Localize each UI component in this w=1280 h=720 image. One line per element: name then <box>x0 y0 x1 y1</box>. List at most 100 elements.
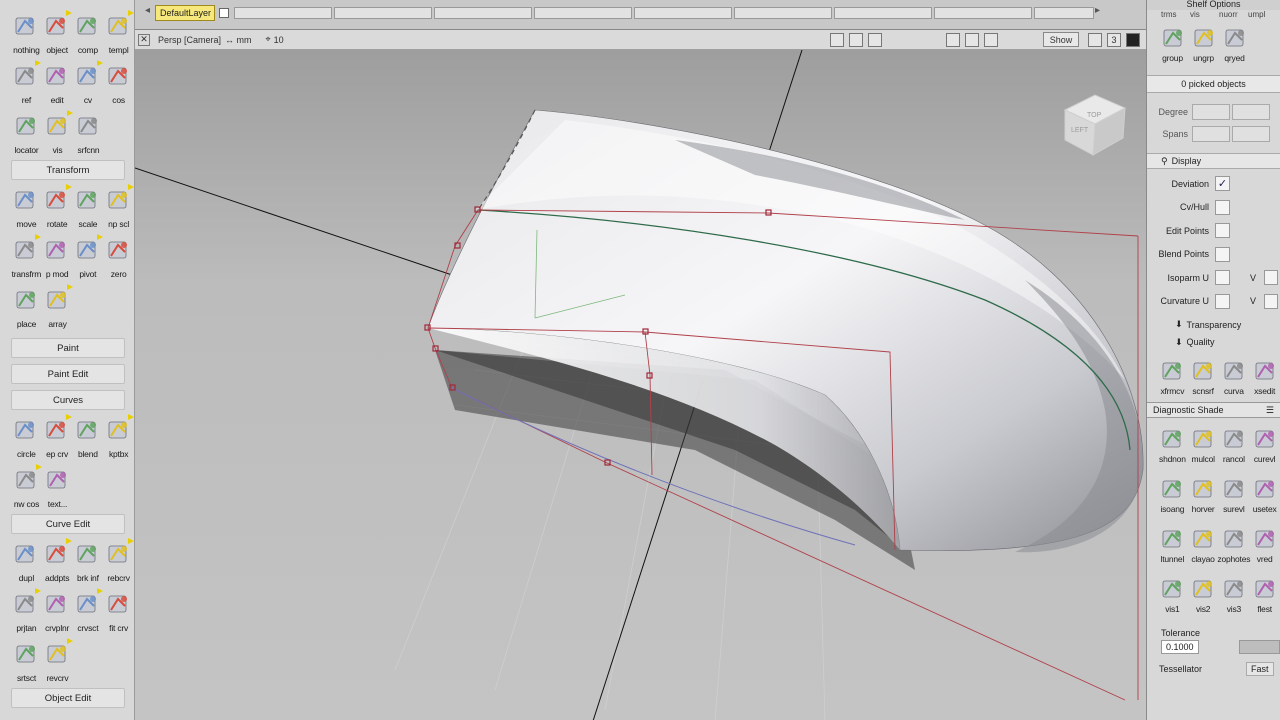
tool-surevl[interactable]: surevl <box>1219 472 1250 522</box>
tessellator-select[interactable]: Fast <box>1246 662 1274 676</box>
shelf-tab-label[interactable]: vis <box>1190 10 1219 19</box>
layer-visibility-checkbox[interactable] <box>219 8 229 18</box>
layer-slot[interactable] <box>734 7 832 19</box>
camera-track-icon[interactable] <box>849 33 863 47</box>
tool-kptbx[interactable]: kptbx <box>103 412 134 462</box>
tolerance-input[interactable]: 0.1000 <box>1161 640 1199 654</box>
v-checkbox[interactable] <box>1264 293 1278 309</box>
show-button[interactable]: Show <box>1043 32 1079 47</box>
look-at-icon[interactable] <box>965 33 979 47</box>
v-checkbox[interactable] <box>1264 270 1278 286</box>
tool-fit-crv[interactable]: fit crv <box>103 586 134 636</box>
tool-flest[interactable]: flest <box>1249 572 1280 622</box>
tool-rotate[interactable]: rotate <box>42 182 73 232</box>
display-option-checkbox[interactable] <box>1215 270 1230 286</box>
tool-p-mod[interactable]: p mod <box>42 232 73 282</box>
tool-vred[interactable]: vred <box>1249 522 1280 572</box>
fullscreen-icon[interactable] <box>1126 33 1140 47</box>
tool-cv[interactable]: cv <box>73 58 104 108</box>
perspective-viewport[interactable]: ✕ Persp [Camera] ↔ mm ⌖ 10 Show 3 TOP LE… <box>135 29 1146 720</box>
layer-slot[interactable] <box>634 7 732 19</box>
tool-curevl[interactable]: curevl <box>1249 422 1280 472</box>
frame-all-icon[interactable] <box>946 33 960 47</box>
diagnostic-shade-header[interactable]: Diagnostic Shade ☰ <box>1147 402 1280 418</box>
tool-scale[interactable]: scale <box>73 182 104 232</box>
tool-place[interactable]: place <box>11 282 42 332</box>
tool-srtsct[interactable]: srtsct <box>11 636 42 686</box>
tool-crvsct[interactable]: crvsct <box>73 586 104 636</box>
layer-slot[interactable] <box>434 7 532 19</box>
tool-addpts[interactable]: addpts <box>42 536 73 586</box>
tool-scnsrf[interactable]: scnsrf <box>1188 354 1219 396</box>
zoom-icon[interactable] <box>868 33 882 47</box>
tool-text-[interactable]: text... <box>42 462 73 512</box>
tool-ungrp[interactable]: ungrp <box>1188 21 1219 63</box>
degree-field-v[interactable] <box>1232 104 1270 120</box>
tool-transfrm[interactable]: transfrm <box>11 232 42 282</box>
transparency-header[interactable]: ⬇ Transparency <box>1147 313 1280 336</box>
layer-scroll-right[interactable]: ▸ <box>1095 5 1105 21</box>
tool-rebcrv[interactable]: rebcrv <box>103 536 134 586</box>
tool-move[interactable]: move <box>11 182 42 232</box>
tool-locator[interactable]: locator <box>11 108 42 158</box>
layer-slot[interactable] <box>834 7 932 19</box>
shelf-tab-label[interactable]: trms <box>1161 10 1190 19</box>
tool-zophotes[interactable]: zophotes <box>1217 522 1250 572</box>
tool-qryed[interactable]: qryed <box>1219 21 1250 63</box>
tool-ref[interactable]: ref <box>11 58 42 108</box>
tool-vis2[interactable]: vis2 <box>1188 572 1219 622</box>
layer-slot[interactable] <box>1034 7 1094 19</box>
tool-vis1[interactable]: vis1 <box>1157 572 1188 622</box>
tool-srfcnn[interactable]: srfcnn <box>73 108 104 158</box>
tool-curva[interactable]: curva <box>1219 354 1250 396</box>
degree-field[interactable] <box>1192 104 1230 120</box>
tool-nw-cos[interactable]: nw cos <box>11 462 42 512</box>
display-option-checkbox[interactable] <box>1215 223 1230 239</box>
section-curve-edit[interactable]: Curve Edit <box>11 514 125 534</box>
layer-default[interactable]: DefaultLayer <box>155 5 215 21</box>
quality-number[interactable]: 3 <box>1107 33 1121 47</box>
camera-dolly-icon[interactable] <box>830 33 844 47</box>
layer-slot[interactable] <box>334 7 432 19</box>
layer-slot[interactable] <box>934 7 1032 19</box>
tolerance-slider[interactable] <box>1238 640 1280 654</box>
tool-rancol[interactable]: rancol <box>1219 422 1250 472</box>
tool-horver[interactable]: horver <box>1188 472 1219 522</box>
display-option-checkbox[interactable] <box>1215 199 1230 215</box>
tool-crvplnr[interactable]: crvplnr <box>42 586 73 636</box>
tool-shdnon[interactable]: shdnon <box>1157 422 1188 472</box>
menu-icon[interactable]: ☰ <box>1266 405 1274 416</box>
tool-edit[interactable]: edit <box>42 58 73 108</box>
tool-nothing[interactable]: nothing <box>11 8 42 58</box>
shelf-options-menu[interactable]: Shelf Options <box>1147 0 1280 10</box>
tool-templ[interactable]: templ <box>103 8 134 58</box>
tool-np-scl[interactable]: np scl <box>103 182 134 232</box>
tool-group[interactable]: group <box>1157 21 1188 63</box>
tool-vis[interactable]: vis <box>42 108 73 158</box>
close-viewport-icon[interactable]: ✕ <box>138 33 150 46</box>
tool-array[interactable]: array <box>42 282 73 332</box>
tool-object[interactable]: object <box>42 8 73 58</box>
maximize-viewport-icon[interactable] <box>984 33 998 47</box>
tool-revcrv[interactable]: revcrv <box>42 636 73 686</box>
picked-objects-dropdown[interactable]: 0 picked objects <box>1147 75 1280 93</box>
tool-pivot[interactable]: pivot <box>73 232 104 282</box>
quality-header[interactable]: ⬇ Quality <box>1147 336 1280 348</box>
tool-ep-crv[interactable]: ep crv <box>42 412 73 462</box>
tool-clayao[interactable]: clayao <box>1188 522 1219 572</box>
display-option-checkbox[interactable]: ✓ <box>1215 176 1230 192</box>
tool-xsedit[interactable]: xsedit <box>1249 354 1280 396</box>
display-option-checkbox[interactable] <box>1215 246 1230 262</box>
section-transform[interactable]: Transform <box>11 160 125 180</box>
tool-vis3[interactable]: vis3 <box>1219 572 1250 622</box>
tool-prjtan[interactable]: prjtan <box>11 586 42 636</box>
scene-canvas[interactable]: TOP LEFT <box>135 50 1146 720</box>
shelf-tab-label[interactable]: nuorr <box>1219 10 1248 19</box>
section-paint[interactable]: Paint <box>11 338 125 358</box>
layer-slot[interactable] <box>534 7 632 19</box>
tool-xfrmcv[interactable]: xfrmcv <box>1157 354 1188 396</box>
spans-field-v[interactable] <box>1232 126 1270 142</box>
section-curves[interactable]: Curves <box>11 390 125 410</box>
section-object-edit[interactable]: Object Edit <box>11 688 125 708</box>
tool-comp[interactable]: comp <box>73 8 104 58</box>
